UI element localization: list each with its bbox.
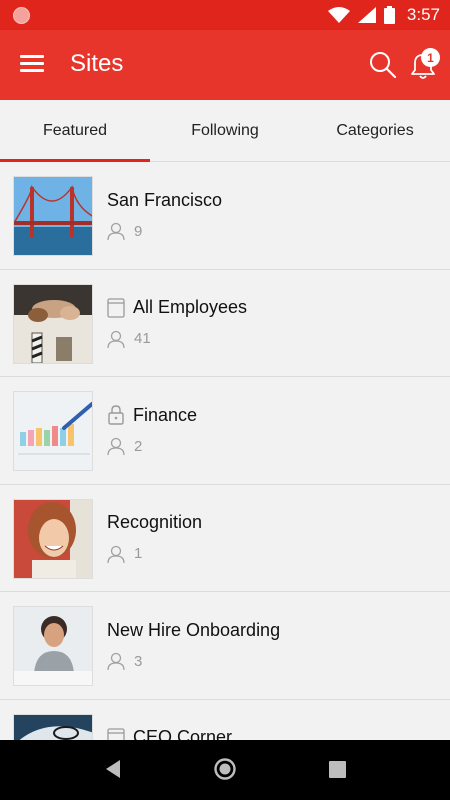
person-icon [107, 652, 125, 670]
member-count: 1 [107, 543, 142, 565]
site-name: All Employees [133, 297, 248, 317]
person-icon [107, 222, 125, 240]
notification-badge: 1 [421, 48, 440, 67]
recents-icon [329, 761, 346, 778]
site-name: San Francisco [107, 189, 223, 210]
site-title-line: Recognition [107, 511, 202, 535]
search-button[interactable] [368, 50, 398, 80]
list-item[interactable]: San Francisco 9 [0, 162, 450, 270]
tab-following[interactable]: Following [150, 100, 300, 161]
battery-icon [383, 6, 395, 24]
list-item[interactable]: Recognition 1 [0, 485, 450, 592]
system-nav-bar [0, 740, 450, 800]
member-count-value: 9 [134, 222, 143, 240]
status-bar: 3:57 [0, 0, 450, 30]
member-count: 2 [107, 435, 142, 457]
site-thumbnail [13, 606, 93, 686]
site-name: Finance [133, 404, 198, 425]
list-item[interactable]: All Employees 41 [0, 270, 450, 377]
status-indicators: 3:57 [327, 0, 440, 30]
member-count: 3 [107, 650, 142, 672]
signal-icon [357, 7, 376, 23]
site-title-line: San Francisco [107, 188, 222, 212]
page-icon [107, 727, 125, 740]
menu-icon-bar [20, 62, 44, 65]
sites-list: San Francisco 9 All Employees 41 Finance… [0, 162, 450, 740]
person-icon [107, 437, 125, 455]
tab-featured[interactable]: Featured [0, 100, 150, 162]
home-button[interactable] [213, 757, 237, 786]
site-thumbnail [13, 391, 93, 471]
back-icon [106, 760, 120, 778]
member-count-value: 3 [134, 652, 143, 670]
tab-categories[interactable]: Categories [300, 100, 450, 161]
site-title-line: New Hire Onboarding [107, 618, 280, 642]
site-title-line: CEO Corner [107, 726, 233, 740]
notification-dot-icon [13, 7, 30, 24]
lock-icon [108, 405, 124, 425]
list-item[interactable]: New Hire Onboarding 3 [0, 592, 450, 700]
menu-icon-bar [20, 55, 44, 58]
home-icon [214, 758, 236, 780]
wifi-icon [327, 7, 350, 23]
member-count-value: 1 [134, 545, 143, 562]
site-title-line: Finance [107, 403, 197, 427]
person-icon [107, 330, 125, 348]
tab-bar: Featured Following Categories [0, 100, 450, 162]
member-count-value: 41 [134, 330, 151, 347]
member-count: 9 [107, 220, 142, 242]
page-title: Sites [70, 50, 124, 77]
list-item[interactable]: Finance 2 [0, 377, 450, 485]
page-icon [107, 297, 125, 318]
site-title-line: All Employees [107, 296, 247, 320]
list-item[interactable]: CEO Corner [0, 700, 450, 740]
site-thumbnail [13, 498, 93, 579]
site-thumbnail [13, 283, 93, 364]
search-icon [370, 52, 397, 79]
recents-button[interactable] [329, 761, 346, 783]
site-thumbnail [13, 176, 93, 256]
site-name: New Hire Onboarding [107, 619, 281, 640]
site-thumbnail [13, 713, 93, 740]
site-name: CEO Corner [133, 727, 233, 740]
app-bar: Sites 1 [0, 30, 450, 100]
menu-button[interactable] [20, 52, 50, 78]
site-name: Recognition [107, 512, 203, 532]
status-time: 3:57 [406, 5, 440, 24]
notifications-button[interactable]: 1 [406, 48, 440, 82]
member-count-value: 2 [134, 437, 143, 455]
person-icon [107, 545, 125, 563]
back-button[interactable] [103, 758, 123, 785]
member-count: 41 [107, 328, 151, 350]
menu-icon-bar [20, 69, 44, 72]
